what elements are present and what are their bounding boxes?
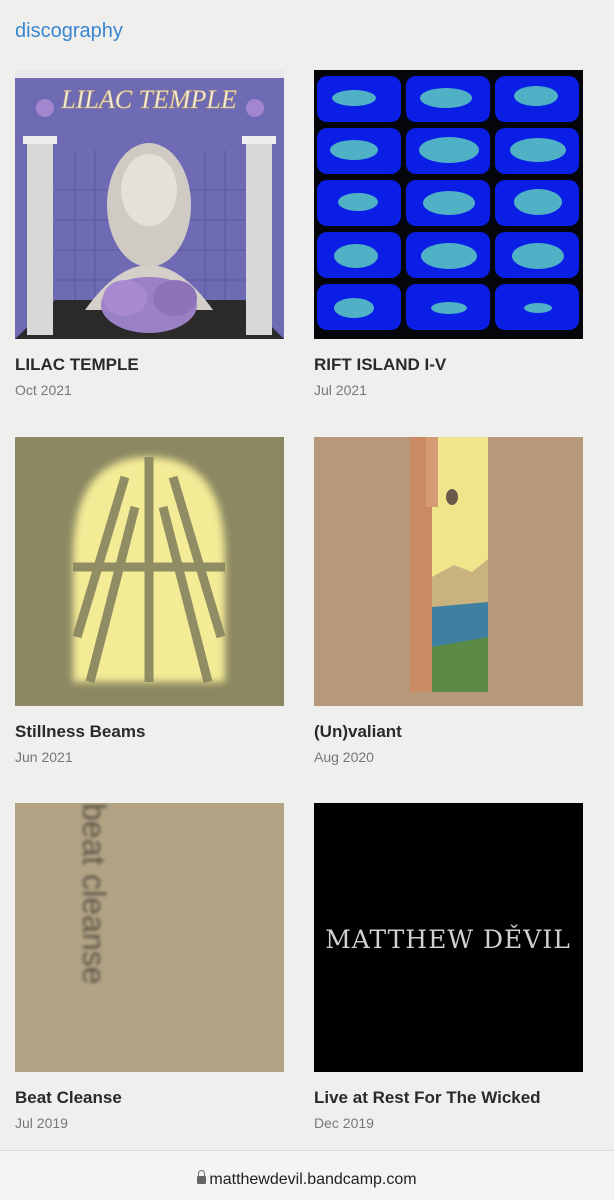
album-card-stillness-beams[interactable]: Stillness Beams Jun 2021 xyxy=(15,437,284,765)
album-date: Aug 2020 xyxy=(314,749,374,765)
album-card-rift-island[interactable]: RIFT ISLAND I-V Jul 2021 xyxy=(314,70,583,398)
bandcamp-page: discography LILAC TEMPLE LILAC TEMPLE Oc… xyxy=(0,0,614,1200)
live-at-rest-cover-text: MATTHEW DĚVIL xyxy=(325,925,571,954)
album-cover-stillness-beams[interactable] xyxy=(15,437,284,706)
live-at-rest-artwork: MATTHEW DĚVIL xyxy=(314,803,583,1072)
album-card-beat-cleanse[interactable]: beat cleanse Beat Cleanse Jul 2019 xyxy=(15,803,284,1131)
album-title[interactable]: Stillness Beams xyxy=(15,722,145,742)
album-title[interactable]: (Un)valiant xyxy=(314,722,402,742)
unvaliant-artwork xyxy=(314,437,583,706)
album-date: Jul 2021 xyxy=(314,382,367,398)
album-title[interactable]: Live at Rest For The Wicked xyxy=(314,1088,541,1108)
album-date: Dec 2019 xyxy=(314,1115,374,1131)
album-title[interactable]: LILAC TEMPLE xyxy=(15,355,139,375)
browser-url-bar[interactable]: matthewdevil.bandcamp.com xyxy=(0,1150,614,1200)
album-title[interactable]: RIFT ISLAND I-V xyxy=(314,355,446,375)
lilac-temple-cover-text: LILAC TEMPLE xyxy=(60,85,237,114)
album-cover-beat-cleanse[interactable]: beat cleanse xyxy=(15,803,284,1072)
album-date: Oct 2021 xyxy=(15,382,72,398)
beat-cleanse-artwork: beat cleanse xyxy=(15,803,284,1072)
url-display[interactable]: matthewdevil.bandcamp.com xyxy=(0,1170,614,1189)
album-cover-lilac-temple[interactable]: LILAC TEMPLE xyxy=(15,70,284,339)
url-text: matthewdevil.bandcamp.com xyxy=(209,1171,417,1188)
album-title[interactable]: Beat Cleanse xyxy=(15,1088,122,1108)
lock-icon xyxy=(197,1170,207,1184)
rift-island-artwork xyxy=(314,70,583,339)
discography-heading: discography xyxy=(15,20,123,42)
album-date: Jul 2019 xyxy=(15,1115,68,1131)
album-cover-live-at-rest[interactable]: MATTHEW DĚVIL xyxy=(314,803,583,1072)
stillness-beams-artwork xyxy=(15,437,284,706)
album-cover-unvaliant[interactable] xyxy=(314,437,583,706)
album-date: Jun 2021 xyxy=(15,749,73,765)
album-card-lilac-temple[interactable]: LILAC TEMPLE LILAC TEMPLE Oct 2021 xyxy=(15,70,284,398)
lilac-temple-artwork: LILAC TEMPLE xyxy=(15,70,284,339)
album-card-unvaliant[interactable]: (Un)valiant Aug 2020 xyxy=(314,437,583,765)
album-cover-rift-island[interactable] xyxy=(314,70,583,339)
album-card-live-at-rest[interactable]: MATTHEW DĚVIL Live at Rest For The Wicke… xyxy=(314,803,583,1131)
beat-cleanse-cover-text: beat cleanse xyxy=(76,803,112,984)
